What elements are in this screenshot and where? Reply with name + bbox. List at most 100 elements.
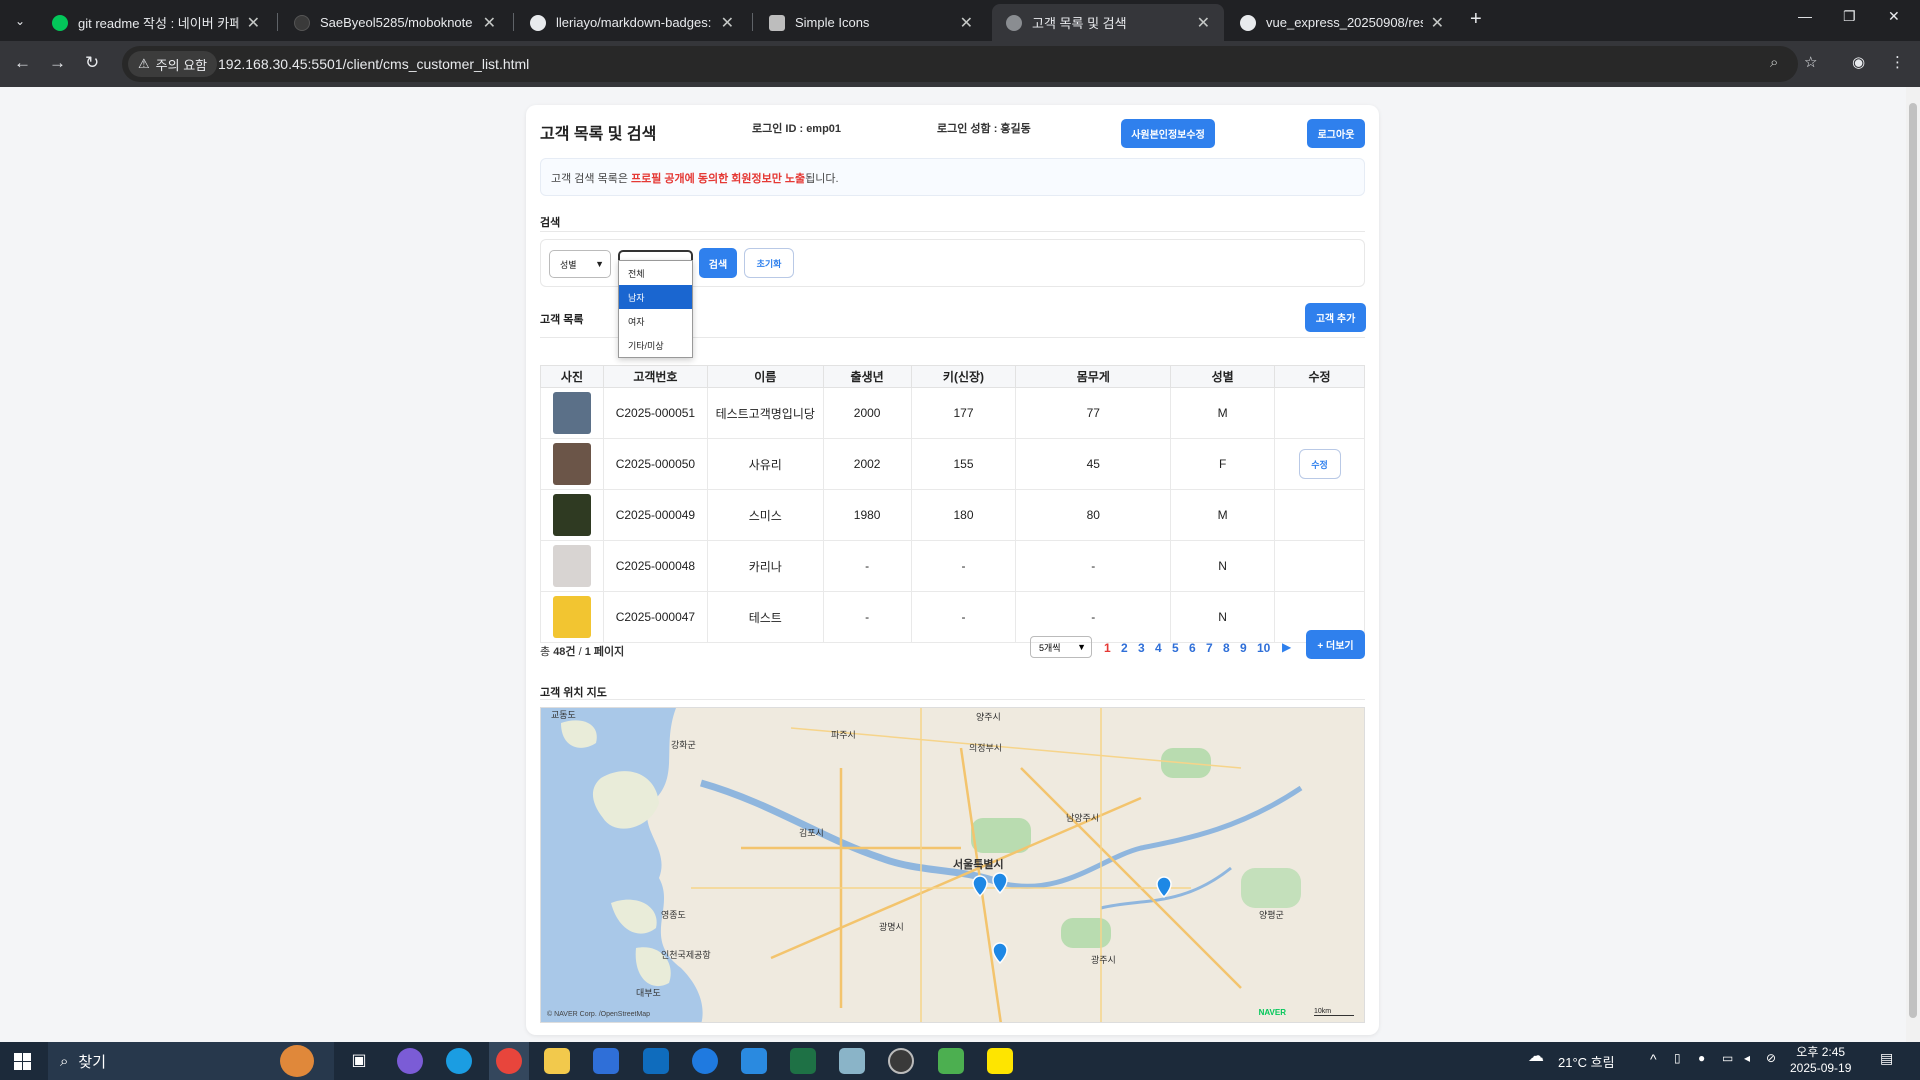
dropdown-option-other[interactable]: 기타/미상	[619, 333, 692, 357]
taskbar-clock[interactable]: 오후 2:45 2025-09-19	[1790, 1044, 1851, 1076]
reload-icon[interactable]: ↻	[85, 53, 99, 73]
total-separator: /	[575, 646, 585, 658]
table-row: C2025-000049 스미스 1980 180 80 M	[540, 489, 1365, 541]
customer-name-cell: 사유리	[706, 438, 824, 490]
minimize-icon[interactable]: —	[1798, 8, 1812, 24]
customer-name-cell: 테스트	[706, 591, 824, 643]
edge-icon[interactable]	[446, 1048, 472, 1074]
excel-icon[interactable]	[790, 1048, 816, 1074]
vscode-icon[interactable]	[741, 1048, 767, 1074]
media-app-icon[interactable]	[938, 1048, 964, 1074]
browser-tab-2[interactable]: lleriayo/markdown-badges: Ba ✕	[516, 4, 748, 41]
reset-button[interactable]: 초기화	[744, 248, 794, 278]
weather-cloud-icon[interactable]: ☁	[1528, 1046, 1544, 1066]
task-view-icon[interactable]: ▣	[346, 1048, 372, 1074]
weight-cell: -	[1015, 540, 1172, 592]
dropdown-option-all[interactable]: 전체	[619, 261, 692, 285]
map-label: 양주시	[976, 712, 1001, 722]
globe-favicon-icon	[1006, 14, 1022, 31]
microphone-icon[interactable]: ●	[1698, 1051, 1705, 1065]
table-header-row: 사진 고객번호 이름 출생년 키(신장) 몸무게 성별 수정	[540, 365, 1365, 388]
page-title: 고객 목록 및 검색	[540, 126, 657, 143]
weather-text[interactable]: 21°C 흐림	[1558, 1052, 1615, 1071]
page-number-link[interactable]: 4	[1155, 641, 1162, 655]
github-favicon-icon	[530, 14, 546, 31]
back-arrow-icon[interactable]: ←	[14, 53, 31, 73]
pinned-app-icon[interactable]	[692, 1048, 718, 1074]
tab-search-chevron-icon[interactable]: ⌄	[8, 9, 32, 33]
scrollbar-thumb[interactable]	[1909, 103, 1917, 1018]
new-tab-plus-icon[interactable]: +	[1470, 8, 1482, 31]
close-window-icon[interactable]: ✕	[1888, 8, 1900, 25]
browser-tab-3[interactable]: Simple Icons ✕	[755, 4, 987, 41]
kakaotalk-icon[interactable]	[987, 1048, 1013, 1074]
add-customer-button[interactable]: 고객 추가	[1305, 303, 1366, 332]
next-page-arrow-icon[interactable]: ▶	[1282, 640, 1291, 654]
browser-tab-active[interactable]: 고객 목록 및 검색 ✕	[992, 4, 1224, 41]
notification-icon[interactable]: ▤	[1880, 1050, 1893, 1067]
customer-location-map[interactable]: 교동도 강화군 파주시 양주시 의정부시 김포시 서울특별시 남양주시 광명시 …	[540, 707, 1365, 1023]
page-size-select[interactable]: 5개씩 ▼	[1030, 636, 1092, 658]
tray-chevron-up-icon[interactable]: ^	[1650, 1051, 1657, 1067]
page-number-link[interactable]: 1	[1104, 641, 1111, 655]
close-tab-icon[interactable]: ✕	[247, 13, 260, 33]
customer-name-cell: 카리나	[706, 540, 824, 592]
tray-status-icon[interactable]: ⊘	[1766, 1051, 1776, 1065]
windows-taskbar: ⌕ 찾기 ▣ ☁ 21°C 흐림 ^ ▯ ● ▭ ◂ ⊘ 오후 2:45 202…	[0, 1042, 1920, 1080]
taskbar-search[interactable]: ⌕ 찾기	[48, 1042, 334, 1080]
forward-arrow-icon[interactable]: →	[49, 53, 66, 73]
page-number-link[interactable]: 7	[1206, 641, 1213, 655]
browser-tab-5[interactable]: vue_express_20250908/resultp ✕	[1226, 4, 1458, 41]
page-number-link[interactable]: 3	[1138, 641, 1145, 655]
close-tab-icon[interactable]: ✕	[1197, 13, 1210, 33]
file-explorer-icon[interactable]	[544, 1048, 570, 1074]
close-tab-icon[interactable]: ✕	[483, 13, 496, 33]
load-more-button[interactable]: + 더보기	[1306, 630, 1365, 659]
store-icon[interactable]	[593, 1048, 619, 1074]
chrome-icon[interactable]	[496, 1048, 522, 1074]
photo-cell	[540, 438, 604, 490]
edit-customer-button[interactable]: 수정	[1298, 449, 1341, 479]
github-desktop-icon[interactable]	[888, 1048, 914, 1074]
outlook-icon[interactable]	[643, 1048, 669, 1074]
page-number-link[interactable]: 10	[1257, 641, 1270, 655]
search-button[interactable]: 검색	[699, 248, 737, 278]
dropdown-option-female[interactable]: 여자	[619, 309, 692, 333]
bookmark-star-icon[interactable]: ☆	[1804, 53, 1817, 71]
edit-profile-button[interactable]: 사원본인정보수정	[1121, 119, 1215, 148]
zoom-magnifier-icon[interactable]: ⌕	[1770, 54, 1778, 71]
notice-text: 고객 검색 목록은	[551, 173, 632, 185]
browser-tab-0[interactable]: git readme 작성 : 네이버 카페 ✕	[38, 4, 274, 41]
url-text[interactable]: 192.168.30.45:5501/client/cms_customer_l…	[218, 56, 529, 72]
more-menu-icon[interactable]: ⋮	[1890, 53, 1905, 71]
customer-photo	[552, 545, 591, 587]
address-bar[interactable]: ⚠ 주의 요함 192.168.30.45:5501/client/cms_cu…	[122, 46, 1798, 82]
restore-icon[interactable]: ❐	[1843, 8, 1856, 25]
page-number-link[interactable]: 2	[1121, 641, 1128, 655]
close-tab-icon[interactable]: ✕	[1431, 13, 1444, 33]
page-number-link[interactable]: 8	[1223, 641, 1230, 655]
volume-icon[interactable]: ◂	[1744, 1051, 1750, 1065]
network-icon[interactable]: ▭	[1722, 1051, 1733, 1065]
height-cell: 155	[910, 438, 1017, 490]
close-tab-icon[interactable]: ✕	[721, 13, 734, 33]
photo-cell	[540, 591, 604, 643]
page-number-link[interactable]: 5	[1172, 641, 1179, 655]
close-tab-icon[interactable]: ✕	[960, 13, 973, 33]
logout-button[interactable]: 로그아웃	[1307, 119, 1365, 148]
copilot-icon[interactable]	[397, 1048, 423, 1074]
customer-photo	[552, 596, 591, 638]
page-viewport: 고객 목록 및 검색 로그인 ID : emp01 로그인 성함 : 홍길동 사…	[0, 87, 1906, 1042]
page-number-link[interactable]: 6	[1189, 641, 1196, 655]
windows-start-icon[interactable]	[14, 1053, 31, 1070]
page-scrollbar[interactable]	[1906, 87, 1920, 1042]
security-warning-chip[interactable]: ⚠ 주의 요함	[128, 51, 218, 77]
naver-cafe-favicon-icon	[52, 14, 68, 31]
tray-app-icon[interactable]: ▯	[1674, 1051, 1681, 1065]
dropdown-option-male[interactable]: 남자	[619, 285, 692, 309]
profile-icon[interactable]: ◉	[1852, 53, 1865, 71]
page-number-link[interactable]: 9	[1240, 641, 1247, 655]
notes-app-icon[interactable]	[839, 1048, 865, 1074]
browser-tab-1[interactable]: SaeByeol5285/moboknote ✕	[280, 4, 510, 41]
search-field-select[interactable]: 성별 ▼	[549, 250, 611, 278]
